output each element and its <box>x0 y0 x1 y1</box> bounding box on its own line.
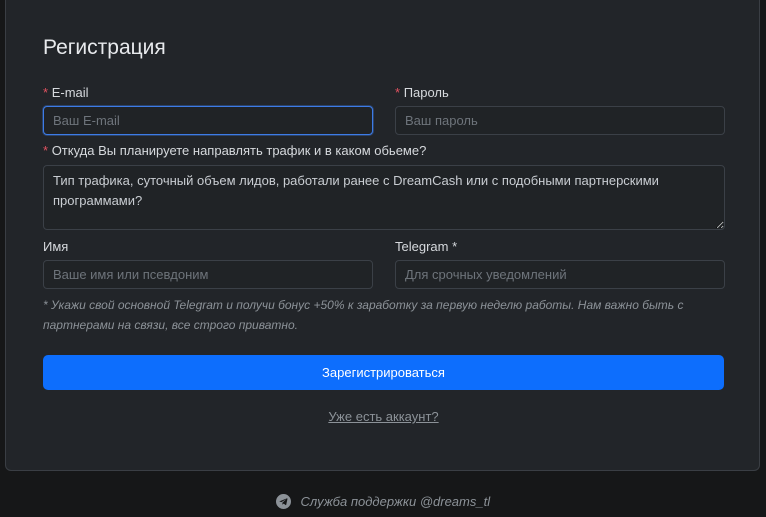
required-mark: * <box>395 85 401 100</box>
traffic-label-text: Откуда Вы планируете направлять трафик и… <box>51 143 427 158</box>
login-link[interactable]: Уже есть аккаунт? <box>6 409 761 424</box>
name-field[interactable] <box>43 260 373 289</box>
name-label: Имя <box>43 239 69 254</box>
register-button[interactable]: Зарегистрироваться <box>43 355 724 390</box>
telegram-field[interactable] <box>395 260 725 289</box>
traffic-label: * Откуда Вы планируете направлять трафик… <box>43 143 426 158</box>
required-mark: * <box>43 143 49 158</box>
required-mark: * <box>43 85 49 100</box>
page-title: Регистрация <box>43 36 166 59</box>
email-label-text: E-mail <box>51 85 89 100</box>
email-label: * E-mail <box>43 85 89 100</box>
registration-card: Регистрация * E-mail * Пароль * Откуда В… <box>5 0 760 471</box>
support-link[interactable]: Служба поддержки @dreams_tl <box>301 494 491 509</box>
telegram-label: Telegram * <box>395 239 458 254</box>
password-field[interactable] <box>395 106 725 135</box>
password-label: * Пароль <box>395 85 449 100</box>
traffic-textarea[interactable] <box>43 165 725 230</box>
email-field[interactable] <box>43 106 373 135</box>
telegram-bonus-note: * Укажи свой основной Telegram и получи … <box>43 298 684 332</box>
support-footer: Служба поддержки @dreams_tl <box>0 494 766 512</box>
password-label-text: Пароль <box>403 85 449 100</box>
telegram-icon <box>275 494 291 512</box>
